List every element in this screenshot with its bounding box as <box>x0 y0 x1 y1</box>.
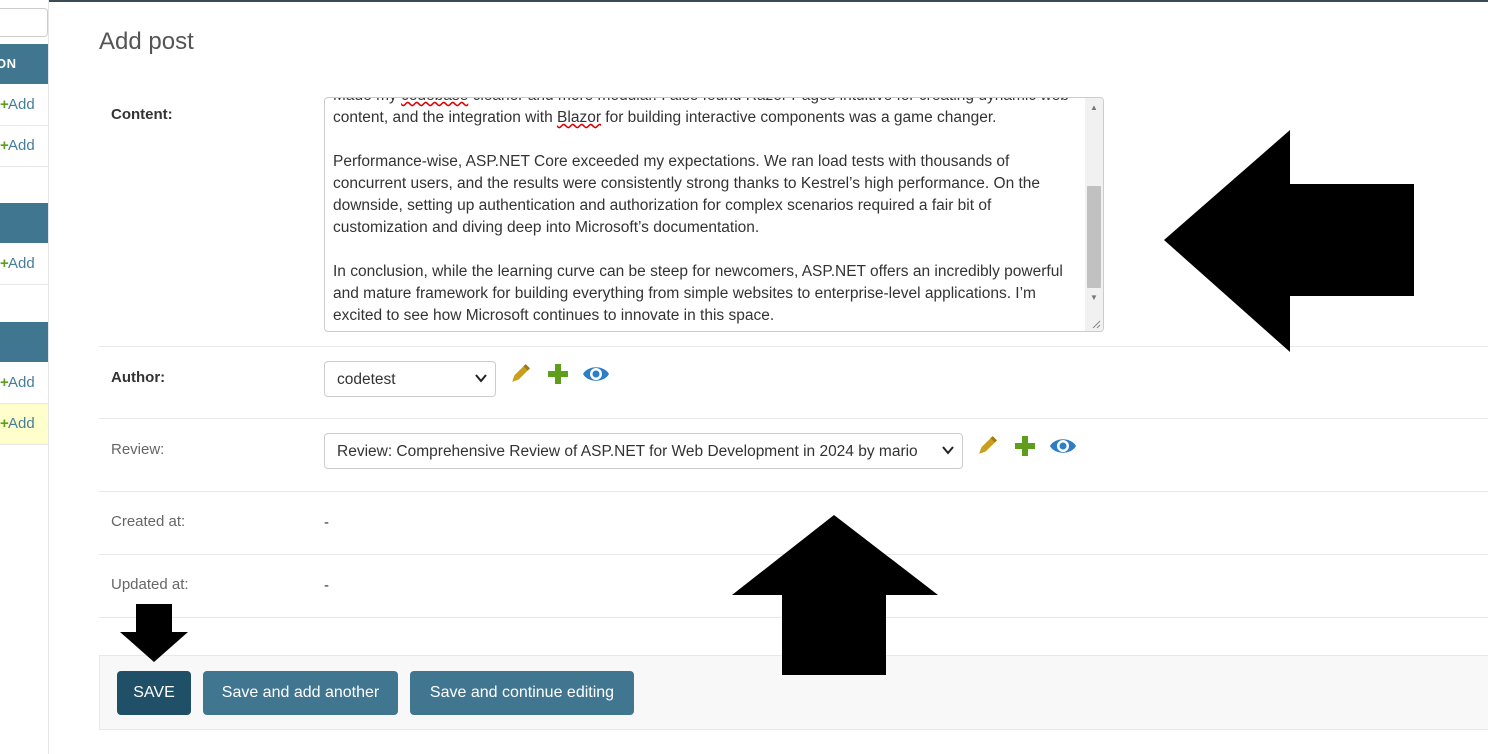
content-paragraph: Performance-wise, ASP.NET Core exceeded … <box>333 153 1041 236</box>
sidebar-nav: ON + Add + Add + Add + Add + Add <box>0 0 49 754</box>
sidebar-filter-input[interactable] <box>0 8 48 37</box>
sidebar-add-link[interactable]: Add <box>8 404 35 444</box>
sidebar-add-row-current: + Add <box>0 404 48 445</box>
content-textarea-text: Made my codebase cleaner and more modula… <box>333 98 1081 331</box>
review-select[interactable]: Review: Comprehensive Review of ASP.NET … <box>324 433 963 469</box>
sidebar-add-row: + Add <box>0 85 48 126</box>
updated-at-value: - <box>324 577 329 594</box>
plus-icon[interactable] <box>546 362 570 386</box>
sidebar-add-row: + Add <box>0 363 48 404</box>
spellcheck-word: codebase <box>401 98 468 104</box>
sidebar-module-caption-label: ON <box>0 56 17 71</box>
review-label: Review: <box>111 441 165 458</box>
updated-at-label: Updated at: <box>111 576 189 593</box>
textarea-scrollbar[interactable]: ▲ ▼ <box>1085 98 1103 331</box>
sidebar-add-link[interactable]: Add <box>8 244 35 284</box>
save-and-add-another-button[interactable]: Save and add another <box>203 671 398 715</box>
chevron-down-icon <box>475 374 487 383</box>
form-row-author: Author: <box>99 347 1488 419</box>
down-arrow-annotation <box>120 604 188 662</box>
left-arrow-annotation <box>1164 130 1414 352</box>
save-and-continue-editing-button[interactable]: Save and continue editing <box>410 671 634 715</box>
content-label: Content: <box>111 106 173 123</box>
created-at-value: - <box>324 514 329 531</box>
content-paragraph: In conclusion, while the learning curve … <box>333 263 1063 324</box>
author-select[interactable]: codetest <box>324 361 496 397</box>
scrollbar-thumb[interactable] <box>1087 186 1101 288</box>
spellcheck-word: Blazor <box>557 109 601 126</box>
content-paragraph: Made my codebase cleaner and more modula… <box>333 98 1081 129</box>
sidebar-module-caption[interactable]: ON <box>0 44 48 84</box>
scroll-down-icon[interactable]: ▼ <box>1085 290 1103 306</box>
sidebar-add-link[interactable]: Add <box>8 85 35 125</box>
up-arrow-annotation <box>732 515 938 675</box>
plus-icon[interactable] <box>1013 434 1037 458</box>
resize-grip-icon[interactable] <box>1091 319 1101 329</box>
author-label: Author: <box>111 369 166 386</box>
scroll-up-icon[interactable]: ▲ <box>1085 100 1103 116</box>
content-textarea[interactable]: Made my codebase cleaner and more modula… <box>324 97 1104 332</box>
sidebar-add-row: + Add <box>0 244 48 285</box>
sidebar-add-link[interactable]: Add <box>8 126 35 166</box>
author-select-value: codetest <box>337 371 396 388</box>
sidebar-add-link[interactable]: Add <box>8 363 35 403</box>
sidebar-add-row: + Add <box>0 126 48 167</box>
review-select-value: Review: Comprehensive Review of ASP.NET … <box>337 443 918 460</box>
sidebar-module-caption[interactable] <box>0 322 48 362</box>
pencil-icon[interactable] <box>975 434 999 458</box>
page-title: Add post <box>99 28 194 55</box>
save-button[interactable]: SAVE <box>117 671 191 715</box>
chevron-down-icon <box>942 446 954 455</box>
eye-icon[interactable] <box>582 362 610 386</box>
pencil-icon[interactable] <box>508 362 532 386</box>
sidebar-module-caption[interactable] <box>0 203 48 243</box>
created-at-label: Created at: <box>111 513 186 530</box>
eye-icon[interactable] <box>1049 434 1077 458</box>
